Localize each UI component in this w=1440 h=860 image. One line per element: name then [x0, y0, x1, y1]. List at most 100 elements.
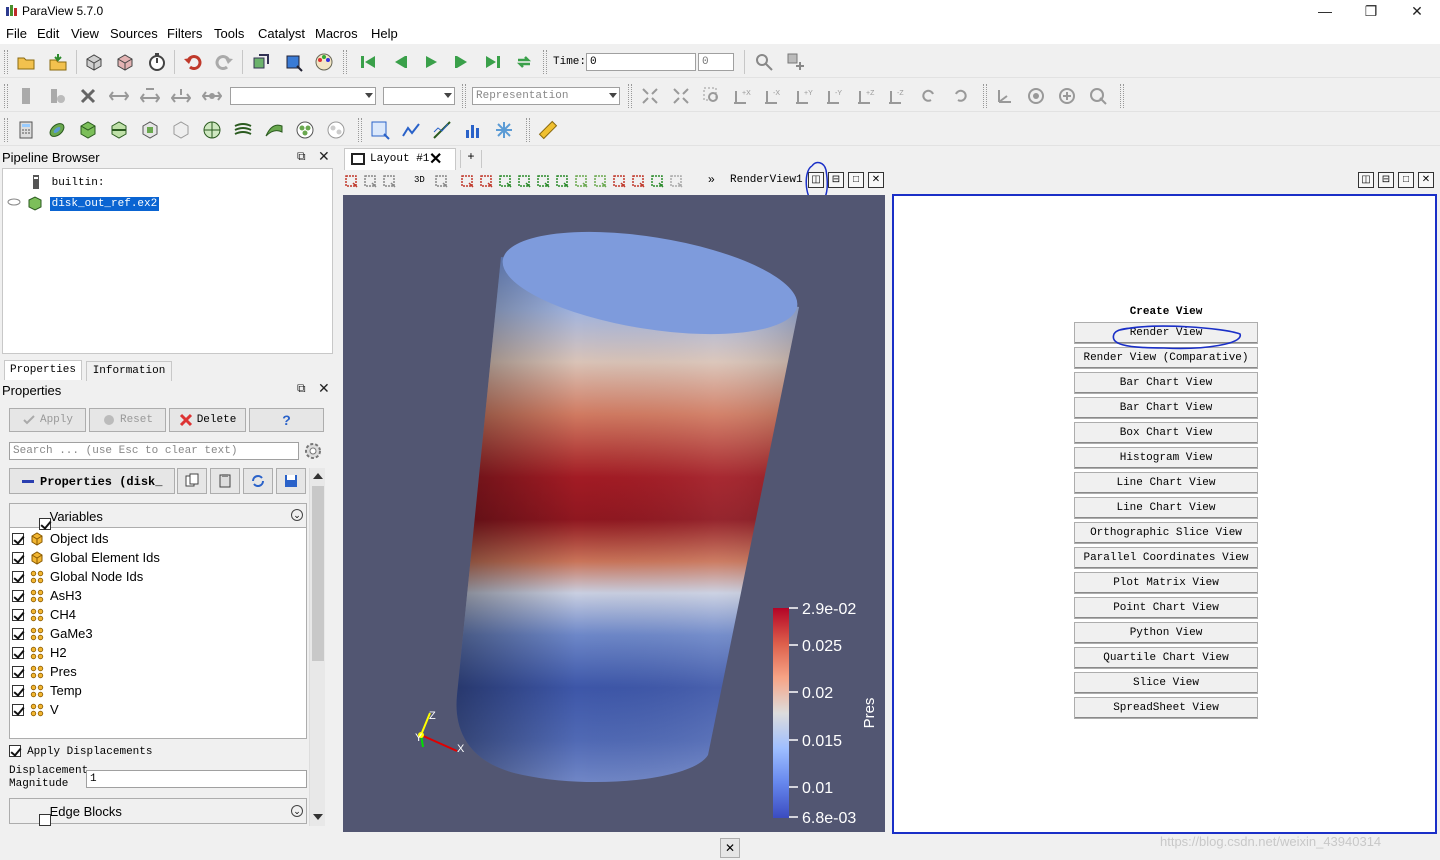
paste-properties-icon[interactable]	[210, 468, 240, 494]
variable-row[interactable]: Temp	[12, 681, 82, 700]
histogram-icon[interactable]	[461, 118, 485, 142]
undock-icon[interactable]: ⧉	[297, 149, 306, 164]
maximize-button[interactable]: ❐	[1348, 0, 1394, 22]
create-view-button-slice-view[interactable]: Slice View	[1074, 672, 1258, 694]
zoom-box-icon[interactable]	[700, 84, 724, 108]
menu-tools[interactable]: Tools	[214, 26, 244, 41]
create-view-button-orthographic-slice-view[interactable]: Orthographic Slice View	[1074, 522, 1258, 544]
variable-checkbox[interactable]	[12, 665, 24, 678]
toolbar-grip[interactable]	[358, 118, 362, 142]
create-view-button-point-chart-view[interactable]: Point Chart View	[1074, 597, 1258, 619]
create-view-button-line-chart-view[interactable]: Line Chart View	[1074, 472, 1258, 494]
view-minus-y-icon[interactable]: -Y	[824, 84, 848, 108]
capture-screenshot-icon[interactable]	[344, 174, 358, 188]
create-view-button-box-chart-view[interactable]: Box Chart View	[1074, 422, 1258, 444]
scroll-thumb[interactable]	[312, 486, 324, 661]
find-data-icon[interactable]	[492, 118, 516, 142]
variable-row[interactable]: GaMe3	[12, 624, 93, 643]
variable-checkbox[interactable]	[12, 570, 24, 583]
undo-icon[interactable]	[181, 50, 205, 74]
maximize-view-icon[interactable]: □	[1398, 172, 1414, 188]
minimize-button[interactable]: —	[1302, 0, 1348, 22]
property-search-input[interactable]: Search ... (use Esc to clear text)	[9, 442, 299, 460]
center-axes-icon[interactable]	[281, 50, 305, 74]
pick-center-icon[interactable]	[1086, 84, 1110, 108]
pipeline-item-builtin[interactable]: builtin:	[31, 175, 104, 193]
glyph-icon[interactable]	[200, 118, 224, 142]
view-plus-z-icon[interactable]: +Z	[855, 84, 879, 108]
variables-master-checkbox[interactable]	[39, 517, 51, 530]
menu-view[interactable]: View	[71, 26, 99, 41]
reset-range-icon[interactable]	[76, 84, 100, 108]
auto-apply-icon[interactable]	[145, 50, 169, 74]
rescale-temporal-icon[interactable]	[138, 84, 162, 108]
sort-icon[interactable]: ⌄	[291, 509, 303, 521]
variable-checkbox[interactable]	[12, 589, 24, 602]
create-view-button-histogram-view[interactable]: Histogram View	[1074, 447, 1258, 469]
plot-over-line-icon[interactable]	[430, 118, 454, 142]
variable-row[interactable]: CH4	[12, 605, 76, 624]
toolbar-grip[interactable]	[526, 118, 530, 142]
tab-properties[interactable]: Properties	[4, 360, 82, 380]
menu-sources[interactable]: Sources	[110, 26, 158, 41]
variable-checkbox[interactable]	[12, 703, 24, 716]
first-frame-icon[interactable]	[356, 50, 380, 74]
rescale-custom-icon[interactable]	[107, 84, 131, 108]
clear-selection-icon[interactable]	[669, 174, 683, 188]
select-block-icon[interactable]	[574, 174, 588, 188]
ruler-icon[interactable]	[536, 118, 560, 142]
show-center-icon[interactable]	[1024, 84, 1048, 108]
variable-checkbox[interactable]	[12, 646, 24, 659]
toolbar-overflow-icon[interactable]: »	[708, 172, 715, 186]
properties-section-header[interactable]: Properties (disk_	[9, 468, 175, 494]
variable-checkbox[interactable]	[12, 684, 24, 697]
scroll-down-icon[interactable]	[313, 814, 323, 820]
color-palette-icon[interactable]	[312, 50, 336, 74]
select-points-on-icon[interactable]	[479, 174, 493, 188]
close-view-icon[interactable]: ✕	[1418, 172, 1434, 188]
sort-icon[interactable]: ⌄	[291, 805, 303, 817]
time-step-spinbox[interactable]: 0	[698, 53, 734, 71]
color-legend-icon[interactable]	[14, 84, 38, 108]
grow-selection-icon[interactable]	[650, 174, 664, 188]
previous-frame-icon[interactable]	[388, 50, 412, 74]
toolbar-grip[interactable]	[543, 50, 547, 74]
warp-vector-icon[interactable]	[262, 118, 286, 142]
apply-displacements-checkbox[interactable]	[9, 745, 21, 758]
create-view-button-line-chart-view-comparative[interactable]: Line Chart View (Comparative)	[1074, 497, 1258, 534]
variable-checkbox[interactable]	[12, 551, 24, 564]
visibility-eye-icon[interactable]	[7, 197, 21, 215]
copy-properties-icon[interactable]	[177, 468, 207, 494]
save-data-icon[interactable]	[46, 50, 70, 74]
close-window-button[interactable]: ✕	[1394, 0, 1440, 22]
add-layout-tab[interactable]: +	[460, 150, 482, 168]
close-dock-icon[interactable]: ✕	[318, 148, 330, 165]
component-dropdown[interactable]	[383, 87, 455, 105]
select-polygon-cells-icon[interactable]	[536, 174, 550, 188]
displacement-magnitude-input[interactable]: 1	[86, 770, 307, 788]
threshold-icon[interactable]	[138, 118, 162, 142]
tab-information[interactable]: Information	[86, 361, 172, 381]
create-view-button-quartile-chart-view[interactable]: Quartile Chart View	[1074, 647, 1258, 669]
variable-row[interactable]: H2	[12, 643, 67, 662]
select-cells-on-icon[interactable]	[460, 174, 474, 188]
variable-checkbox[interactable]	[12, 532, 24, 545]
pipeline-item-disk-out-ref[interactable]: disk_out_ref.ex2	[27, 195, 161, 213]
menu-catalyst[interactable]: Catalyst	[258, 26, 305, 41]
stream-tracer-icon[interactable]	[231, 118, 255, 142]
variable-row[interactable]: Global Element Ids	[12, 548, 160, 567]
select-points-through-icon[interactable]	[517, 174, 531, 188]
toolbar-grip[interactable]	[4, 50, 8, 74]
group-datasets-icon[interactable]	[293, 118, 317, 142]
open-icon[interactable]	[14, 50, 38, 74]
variable-row[interactable]: Global Node Ids	[12, 567, 143, 586]
variable-checkbox[interactable]	[12, 608, 24, 621]
delete-button[interactable]: Delete	[169, 408, 246, 432]
edge-blocks-header[interactable]: Edge Blocks ⌄	[9, 798, 307, 826]
add-view-icon[interactable]	[784, 50, 808, 74]
view-plus-x-icon[interactable]: +X	[731, 84, 755, 108]
extract-subset-icon[interactable]	[169, 118, 193, 142]
scroll-up-icon[interactable]	[313, 473, 323, 479]
toolbar-grip[interactable]	[4, 118, 8, 142]
render-view-canvas[interactable]: Z Y X 2.9e-02 0.025 0.02 0.015 0.01 6.8e-03 P…	[343, 195, 885, 832]
